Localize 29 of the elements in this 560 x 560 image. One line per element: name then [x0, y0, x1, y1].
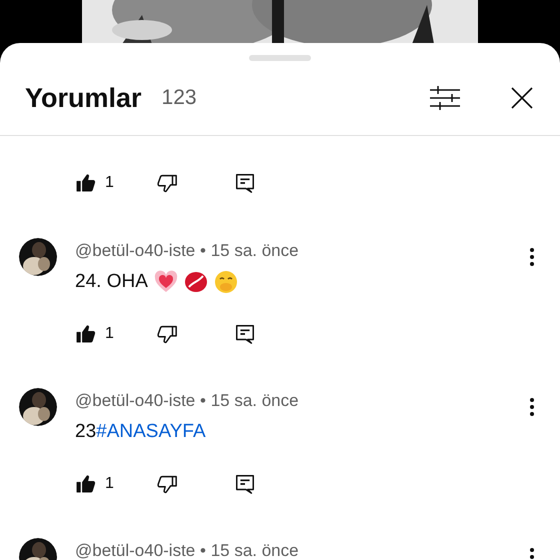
thumbs-up-icon[interactable]: [75, 172, 97, 194]
like-count: 1: [105, 173, 114, 193]
heart-icon: [154, 270, 178, 294]
like-button[interactable]: 1: [75, 171, 114, 195]
comment-text: 23#ANASAYFA: [75, 420, 206, 444]
more-options-icon[interactable]: [530, 398, 534, 416]
thumbs-down-icon[interactable]: [156, 172, 178, 194]
thumbs-up-icon[interactable]: [75, 473, 97, 495]
thumbs-down-icon[interactable]: [156, 323, 178, 345]
thumbs-down-icon[interactable]: [156, 473, 178, 495]
like-count: 1: [105, 324, 114, 344]
comments-title: Yorumlar: [25, 82, 142, 115]
comment-meta: @betül-o40-iste • 15 sa. önce: [75, 390, 300, 412]
reply-icon[interactable]: [234, 172, 256, 194]
filter-icon[interactable]: [430, 85, 460, 111]
like-button[interactable]: 1: [75, 322, 114, 346]
like-count: 1: [105, 474, 114, 494]
comment-count: 123: [162, 85, 197, 112]
more-options-icon[interactable]: [530, 248, 534, 266]
thumbs-up-icon[interactable]: [75, 323, 97, 345]
drag-handle[interactable]: [249, 55, 311, 61]
comment-meta: @betül-o40-iste • 15 sa. önce: [75, 240, 300, 262]
hashtag-link[interactable]: #ANASAYFA: [96, 420, 206, 442]
comment-meta: @betül-o40-iste • 15 sa. önce: [75, 540, 300, 560]
reply-icon[interactable]: [234, 323, 256, 345]
reply-icon[interactable]: [234, 473, 256, 495]
comment-text: 24. OHA: [75, 270, 148, 294]
like-button[interactable]: 1: [75, 472, 114, 496]
close-icon[interactable]: [510, 86, 534, 110]
